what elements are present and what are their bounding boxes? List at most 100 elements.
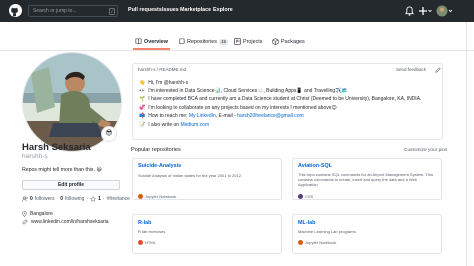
- mailbox-icon: 📫: [139, 113, 146, 119]
- readme-line-text: I have completed BCA and currently am a …: [148, 96, 422, 102]
- repo-icon: [179, 38, 185, 44]
- location-pin-icon: [22, 211, 27, 217]
- status-emoji-badge[interactable]: 😎: [101, 126, 117, 142]
- repo-card: [132, 214, 282, 254]
- follow-separator: ·: [102, 196, 105, 202]
- readme-path[interactable]: harshh-s / README.md: [138, 67, 186, 72]
- search-input[interactable]: Search or jump to... /: [28, 5, 118, 17]
- wave-icon: 👋: [139, 80, 146, 86]
- popular-repositories-heading: Popular repositories: [131, 147, 181, 153]
- edit-profile-button[interactable]: Edit profile: [22, 180, 120, 190]
- language-color-dot: [138, 240, 143, 245]
- profile-bio: Repos might tell more than this. 😄: [22, 167, 102, 173]
- readme-contact-text: , E-mail -: [215, 113, 238, 119]
- tab-packages[interactable]: Packages: [272, 38, 305, 45]
- tab-repositories[interactable]: Repositories 15: [178, 38, 228, 45]
- repo-language-label: CSS: [305, 194, 314, 199]
- tabs-divider: [0, 50, 474, 51]
- profile-username: harshh-s: [22, 153, 48, 160]
- page-edge-divider: [466, 22, 467, 266]
- follow-separator: ·: [56, 196, 59, 202]
- repo-description: R lab exercises: [138, 229, 166, 234]
- repositories-count-badge: 15: [218, 38, 228, 45]
- following-label[interactable]: following: [65, 196, 84, 202]
- bell-icon[interactable]: [405, 6, 414, 16]
- profile-website: www.linkedin.com/in/harshseksaria: [22, 219, 109, 225]
- readme-line-text: I'm interested in Data Science📊, Cloud S…: [148, 88, 348, 94]
- people-icon: [22, 196, 28, 202]
- github-logo-icon[interactable]: [9, 4, 22, 17]
- repo-language-label: HTML: [145, 240, 156, 245]
- stars-count[interactable]: 1: [98, 196, 101, 202]
- readme-contact-text: How to reach me:: [148, 113, 189, 119]
- following-count[interactable]: 0: [60, 196, 63, 202]
- readme-line-text: Hi, I'm @harshh-s: [148, 80, 189, 86]
- readme-line: 👋 Hi, I'm @harshh-s: [139, 80, 188, 86]
- hearts-icon: 💞️: [139, 105, 146, 111]
- send-feedback-label: Send feedback: [396, 67, 427, 73]
- nav-marketplace[interactable]: Marketplace: [180, 7, 211, 13]
- repo-name-link[interactable]: Aviation-SQL: [298, 163, 332, 169]
- location-text: Bangalore: [30, 211, 53, 217]
- follow-stats: 0 followers · 0 following · 1 · #freelan…: [22, 196, 130, 202]
- profile-tags[interactable]: #freelance: [107, 196, 130, 202]
- readme-line: 👀 I'm interested in Data Science📊, Cloud…: [139, 88, 348, 94]
- followers-label[interactable]: followers: [35, 196, 55, 202]
- repo-language-label: Jupyter Notebook: [145, 194, 177, 199]
- language-color-dot: [138, 194, 143, 199]
- email-link[interactable]: harsh20freelance@gmail.com: [237, 113, 304, 119]
- readme-line: 📫 How to reach me: My LinkedIn, E-mail -…: [139, 113, 304, 119]
- memo-icon: 📝: [139, 122, 146, 128]
- readme-line-text: I'm looking to collaborate on any projec…: [148, 105, 337, 111]
- book-icon: [135, 38, 142, 45]
- tab-overview[interactable]: Overview: [135, 38, 168, 45]
- eyes-icon: 👀: [139, 88, 146, 94]
- readme-line: 📝 I also write on Medium.com: [139, 122, 209, 128]
- language-color-dot: [298, 240, 303, 245]
- tab-repositories-label: Repositories: [187, 38, 217, 45]
- link-icon: [22, 219, 28, 225]
- repo-name-link[interactable]: Suicide-Analysis: [138, 163, 181, 169]
- repo-language: Jupyter Notebook: [138, 194, 176, 199]
- seedling-icon: 🌱: [139, 96, 146, 102]
- customize-pins-link[interactable]: Customize your pins: [404, 148, 447, 153]
- repo-language-label: Jupyter Notebook: [305, 240, 337, 245]
- send-feedback-link[interactable]: Send feedback: [396, 67, 441, 73]
- plus-dropdown-icon[interactable]: [419, 6, 432, 16]
- top-navbar: Search or jump to... / Pull requests Iss…: [0, 0, 474, 22]
- readme-line-text: I also write on Medium.com: [148, 122, 209, 128]
- linkedin-link[interactable]: My LinkedIn: [189, 113, 216, 119]
- user-avatar-dropdown-icon[interactable]: [436, 5, 453, 17]
- search-shortcut-key: /: [109, 7, 115, 15]
- nav-explore[interactable]: Explore: [213, 7, 233, 13]
- tab-projects-label: Projects: [243, 38, 263, 45]
- profile-location: Bangalore: [22, 211, 53, 217]
- readme-medium-text: I also write on: [148, 122, 181, 128]
- readme-line: 💞️ I'm looking to collaborate on any pro…: [139, 105, 337, 111]
- tab-projects[interactable]: Projects: [234, 38, 262, 45]
- nav-issues[interactable]: Issues: [162, 7, 179, 13]
- followers-count[interactable]: 0: [30, 196, 33, 202]
- pencil-icon[interactable]: [435, 67, 441, 73]
- project-board-icon: [234, 38, 241, 45]
- package-icon: [272, 38, 279, 45]
- follow-separator: ·: [86, 196, 89, 202]
- repo-language: CSS: [298, 194, 313, 199]
- profile-fullname: Harsh Seksaria: [22, 142, 91, 153]
- readme-line-text: How to reach me: My LinkedIn, E-mail - h…: [148, 113, 303, 119]
- repo-description: This repo contains SQL commands for an A…: [298, 172, 433, 187]
- medium-link[interactable]: Medium.com: [180, 122, 209, 128]
- repo-language: Jupyter Notebook: [298, 240, 336, 245]
- language-color-dot: [298, 194, 303, 199]
- website-link[interactable]: www.linkedin.com/in/harshseksaria: [31, 219, 109, 225]
- repo-language: HTML: [138, 240, 156, 245]
- nav-pull-requests[interactable]: Pull requests: [128, 7, 162, 13]
- repo-name-link[interactable]: R-lab: [138, 220, 151, 226]
- repo-name-link[interactable]: ML-lab: [298, 220, 315, 226]
- star-icon: [90, 196, 97, 202]
- tab-overview-label: Overview: [144, 38, 168, 45]
- search-placeholder: Search or jump to...: [33, 8, 77, 14]
- tab-packages-label: Packages: [281, 38, 305, 45]
- repo-description: Machine Learning Lab programs.: [298, 229, 357, 234]
- readme-line: 🌱 I have completed BCA and currently am …: [139, 96, 421, 102]
